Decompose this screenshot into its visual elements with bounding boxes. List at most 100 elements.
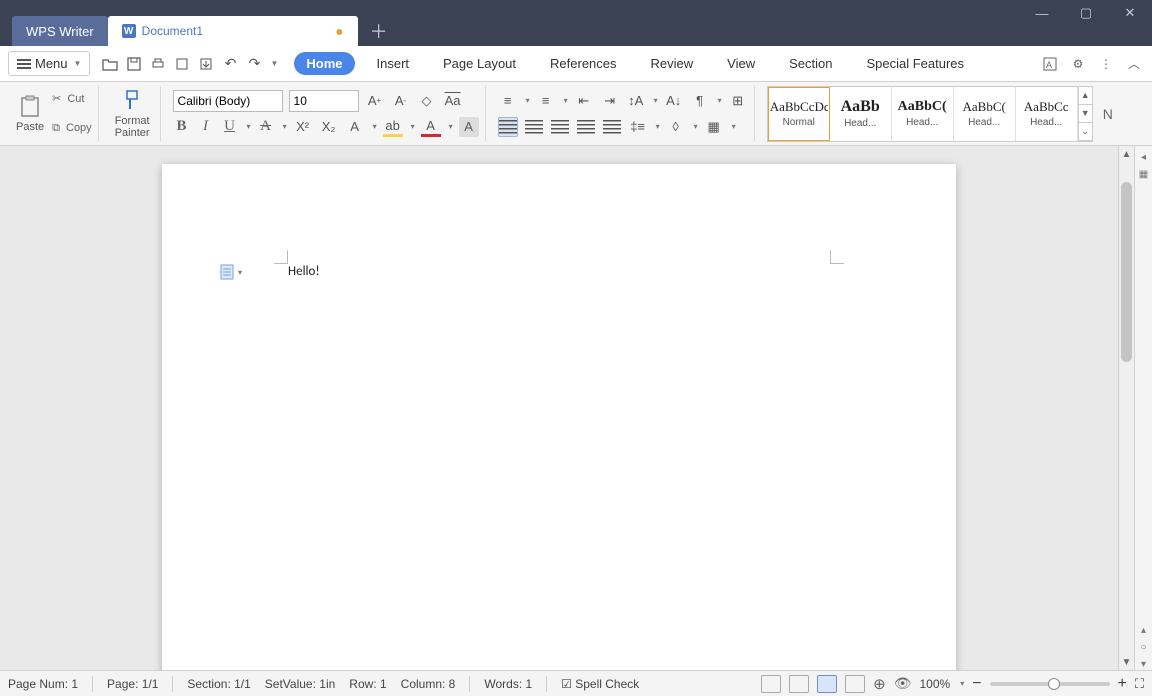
scroll-down-icon[interactable]: ▼	[1119, 654, 1134, 670]
fullscreen-view-icon[interactable]	[761, 675, 781, 693]
minimize-button[interactable]: —	[1020, 0, 1064, 26]
zoom-value[interactable]: 100%	[919, 677, 950, 691]
collapse-ribbon-icon[interactable]: ︿	[1124, 54, 1144, 74]
scroll-up-icon[interactable]: ▲	[1119, 146, 1134, 162]
line-tools-icon[interactable]: ¶	[690, 91, 710, 111]
text-effects-icon[interactable]: A	[345, 117, 365, 137]
underline-button[interactable]: U	[221, 118, 239, 135]
styles-more[interactable]: ⌄	[1079, 123, 1092, 141]
text-direction-icon[interactable]: ↕A	[626, 91, 646, 111]
show-marks-icon[interactable]: ⊞	[728, 91, 748, 111]
cut-button[interactable]: ✂Cut	[52, 86, 92, 112]
font-size-select[interactable]	[289, 90, 359, 112]
paste-button[interactable]: Paste	[12, 86, 48, 142]
change-case-icon[interactable]: Aa	[443, 91, 463, 111]
status-row[interactable]: Row: 1	[349, 677, 386, 691]
app-tab[interactable]: WPS Writer	[12, 16, 108, 46]
qat-dropdown-icon[interactable]: ▼	[270, 59, 278, 68]
dock-circle-icon[interactable]: ○	[1140, 642, 1146, 653]
print-preview-icon[interactable]	[172, 54, 192, 74]
scroll-thumb[interactable]	[1121, 182, 1132, 362]
highlight-icon[interactable]: ab	[383, 117, 403, 137]
copy-button[interactable]: ⧉Copy	[52, 116, 92, 142]
redo-icon[interactable]: ↷	[244, 54, 264, 74]
document-text[interactable]: Hello!	[288, 264, 320, 279]
close-button[interactable]: ✕	[1108, 0, 1152, 26]
styles-scroll-down[interactable]: ▼	[1079, 105, 1092, 123]
status-section[interactable]: Section: 1/1	[187, 677, 250, 691]
print-icon[interactable]	[148, 54, 168, 74]
tab-view[interactable]: View	[715, 52, 767, 75]
decrease-indent-icon[interactable]: ⇤	[574, 91, 594, 111]
save-icon[interactable]	[124, 54, 144, 74]
align-right-icon[interactable]	[550, 117, 570, 137]
clear-format-icon[interactable]: ◇	[417, 91, 437, 111]
dock-item-icon[interactable]: ▦	[1139, 169, 1148, 180]
dock-prev-icon[interactable]: ▴	[1141, 625, 1146, 636]
style-heading1[interactable]: AaBb Head...	[830, 87, 892, 141]
scroll-track[interactable]	[1119, 162, 1134, 654]
bestfit-icon[interactable]: ⛶	[1135, 676, 1144, 692]
style-heading4[interactable]: AaBbCc Head...	[1016, 87, 1078, 141]
line-spacing-icon[interactable]: ‡≡	[628, 117, 648, 137]
new-style-button[interactable]: N	[1099, 86, 1117, 142]
font-color-icon[interactable]: A	[421, 117, 441, 137]
docer-icon[interactable]: A	[1040, 54, 1060, 74]
zoom-in-button[interactable]: +	[1118, 675, 1127, 693]
status-setvalue[interactable]: SetValue: 1in	[265, 677, 336, 691]
align-left-icon[interactable]	[498, 117, 518, 137]
tab-special-features[interactable]: Special Features	[854, 52, 976, 75]
format-painter-button[interactable]: FormatPainter	[111, 86, 154, 141]
new-tab-button[interactable]: ＋	[358, 16, 400, 46]
spell-check-button[interactable]: ☑ Spell Check	[561, 677, 639, 691]
dock-next-icon[interactable]: ▾	[1141, 659, 1146, 670]
output-icon[interactable]	[196, 54, 216, 74]
dock-collapse-icon[interactable]: ◂	[1141, 152, 1146, 163]
tab-section[interactable]: Section	[777, 52, 844, 75]
zoom-knob[interactable]	[1048, 678, 1060, 690]
bold-button[interactable]: B	[173, 118, 191, 135]
tab-home[interactable]: Home	[294, 52, 354, 75]
font-family-select[interactable]	[173, 90, 283, 112]
superscript-button[interactable]: X²	[293, 117, 313, 137]
undo-icon[interactable]: ↶	[220, 54, 240, 74]
shading-icon[interactable]: ◊	[666, 117, 686, 137]
zoom-dropdown-icon[interactable]: ▾	[960, 679, 964, 688]
style-heading3[interactable]: AaBbC( Head...	[954, 87, 1016, 141]
zoom-slider[interactable]	[990, 682, 1110, 686]
tab-references[interactable]: References	[538, 52, 628, 75]
strikethrough-button[interactable]: A	[257, 118, 275, 135]
status-words[interactable]: Words: 1	[484, 677, 532, 691]
status-page-num[interactable]: Page Num: 1	[8, 677, 78, 691]
sort-icon[interactable]: A↓	[664, 91, 684, 111]
page[interactable]: ▾ Hello!	[162, 164, 956, 670]
reading-view-icon[interactable]	[789, 675, 809, 693]
tab-insert[interactable]: Insert	[365, 52, 422, 75]
numbering-icon[interactable]: ≡	[536, 91, 556, 111]
print-layout-view-icon[interactable]	[817, 675, 837, 693]
paragraph-options-icon[interactable]: ▾	[220, 264, 242, 280]
increase-indent-icon[interactable]: ⇥	[600, 91, 620, 111]
char-shading-icon[interactable]: A	[459, 117, 479, 137]
bullets-icon[interactable]: ≡	[498, 91, 518, 111]
outline-view-icon[interactable]	[845, 675, 865, 693]
document-tab[interactable]: W Document1 ●	[108, 16, 358, 46]
more-icon[interactable]: ⋮	[1096, 54, 1116, 74]
status-page[interactable]: Page: 1/1	[107, 677, 158, 691]
align-center-icon[interactable]	[524, 117, 544, 137]
style-normal[interactable]: AaBbCcDd Normal	[768, 87, 830, 141]
eye-protect-icon[interactable]: 👁	[894, 675, 912, 692]
menu-button[interactable]: Menu ▼	[8, 51, 90, 76]
status-column[interactable]: Column: 8	[401, 677, 456, 691]
zoom-out-button[interactable]: −	[972, 675, 981, 693]
open-icon[interactable]	[100, 54, 120, 74]
distributed-icon[interactable]	[602, 117, 622, 137]
settings-icon[interactable]: ⚙	[1068, 54, 1088, 74]
shrink-font-icon[interactable]: A-	[391, 91, 411, 111]
subscript-button[interactable]: X₂	[319, 117, 339, 137]
justify-icon[interactable]	[576, 117, 596, 137]
maximize-button[interactable]: ▢	[1064, 0, 1108, 26]
italic-button[interactable]: I	[197, 118, 215, 135]
tab-page-layout[interactable]: Page Layout	[431, 52, 528, 75]
style-heading2[interactable]: AaBbC( Head...	[892, 87, 954, 141]
